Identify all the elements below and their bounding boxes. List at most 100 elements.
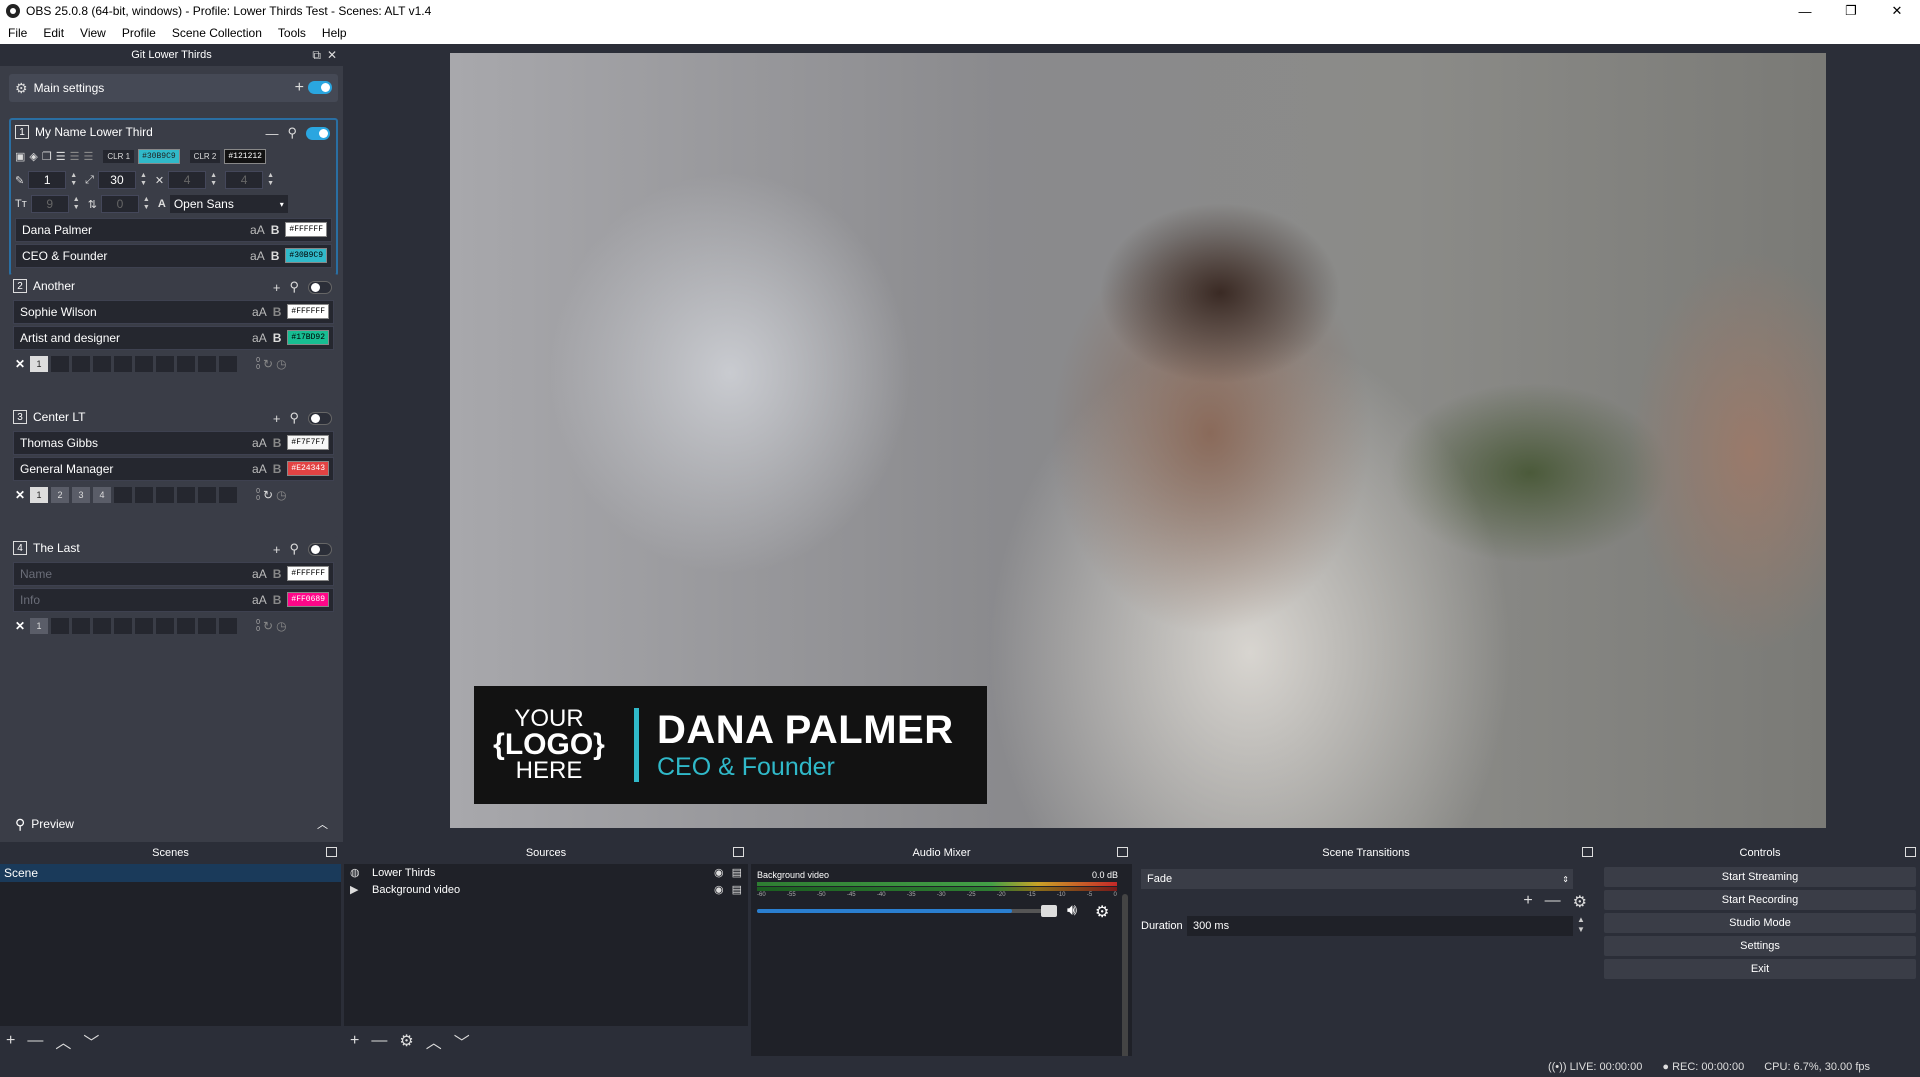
float-icon[interactable]: [1117, 847, 1128, 857]
minimize-button[interactable]: —: [1782, 0, 1828, 22]
float-icon[interactable]: ⧉: [312, 48, 321, 63]
text-case-icon[interactable]: aA: [252, 305, 267, 319]
name-color-swatch[interactable]: #FFFFFF: [285, 222, 327, 237]
bold-icon[interactable]: B: [273, 567, 282, 581]
gear-icon[interactable]: ⚙: [1573, 892, 1587, 912]
chevron-down-icon[interactable]: ﹀: [454, 1029, 470, 1053]
style-button-empty[interactable]: [51, 618, 69, 634]
close-icon[interactable]: ✕: [13, 488, 27, 502]
title-color-swatch[interactable]: #E24343: [287, 461, 329, 476]
search-icon[interactable]: ⚲: [289, 410, 299, 426]
duration-stepper[interactable]: 00: [240, 357, 260, 371]
style-button-empty[interactable]: [114, 618, 132, 634]
style-button-empty[interactable]: [114, 356, 132, 372]
name-field[interactable]: Name aA B #FFFFFF: [13, 562, 334, 586]
bold-icon[interactable]: B: [273, 462, 282, 476]
active-toggle[interactable]: [308, 411, 332, 425]
volume-slider-handle[interactable]: [1041, 905, 1057, 917]
text-case-icon[interactable]: aA: [252, 436, 267, 450]
bold-icon[interactable]: B: [273, 305, 282, 319]
bold-icon[interactable]: B: [273, 593, 282, 607]
style-button-empty[interactable]: [156, 487, 174, 503]
transition-select[interactable]: Fade ⇕: [1141, 869, 1573, 889]
loop-icon[interactable]: ↻: [263, 357, 273, 371]
float-icon[interactable]: [1905, 847, 1916, 857]
source-item[interactable]: ▶ Background video ◉ ▤: [344, 881, 748, 898]
style-button-empty[interactable]: [72, 356, 90, 372]
style-button-empty[interactable]: [198, 487, 216, 503]
image-icon[interactable]: ▣: [15, 150, 25, 163]
add-icon[interactable]: +: [273, 411, 281, 426]
clr1-swatch[interactable]: #30B9C9: [138, 148, 180, 164]
name-field[interactable]: Dana Palmer aA B #FFFFFF: [15, 218, 332, 242]
search-icon[interactable]: ⚲: [289, 541, 299, 557]
paint-bucket-icon[interactable]: ◈: [29, 150, 37, 163]
style-button-empty[interactable]: [198, 356, 216, 372]
float-icon[interactable]: [733, 847, 744, 857]
chevron-up-icon[interactable]: ︿: [317, 816, 328, 832]
maximize-button[interactable]: ❐: [1828, 0, 1874, 22]
name-color-swatch[interactable]: #F7F7F7: [287, 435, 329, 450]
style-button-empty[interactable]: [135, 356, 153, 372]
close-button[interactable]: ✕: [1874, 0, 1920, 22]
style-button-empty[interactable]: [51, 356, 69, 372]
style-button-3[interactable]: 3: [72, 487, 90, 503]
search-icon[interactable]: ⚲: [287, 125, 297, 141]
close-icon[interactable]: ✕: [13, 619, 27, 633]
name-color-swatch[interactable]: #FFFFFF: [287, 304, 329, 319]
text-case-icon[interactable]: aA: [252, 331, 267, 345]
menu-edit[interactable]: Edit: [35, 26, 72, 40]
style-button-empty[interactable]: [93, 618, 111, 634]
clock-icon[interactable]: ◷: [276, 619, 286, 633]
align-right-icon[interactable]: ☰: [84, 150, 94, 163]
style-button-4[interactable]: 4: [93, 487, 111, 503]
active-toggle[interactable]: [308, 280, 332, 294]
bold-icon[interactable]: B: [271, 223, 280, 237]
active-toggle[interactable]: [306, 126, 330, 140]
text-case-icon[interactable]: aA: [252, 593, 267, 607]
title-color-swatch[interactable]: #30B9C9: [285, 248, 327, 263]
size-input[interactable]: 30: [97, 171, 136, 189]
title-field[interactable]: General Manager aA B #E24343: [13, 457, 334, 481]
menu-help[interactable]: Help: [314, 26, 355, 40]
loop-icon[interactable]: ↻: [263, 619, 273, 633]
offset-x-input[interactable]: 4: [168, 171, 207, 189]
style-button-empty[interactable]: [177, 356, 195, 372]
title-field[interactable]: CEO & Founder aA B #30B9C9: [15, 244, 332, 268]
menu-tools[interactable]: Tools: [270, 26, 314, 40]
style-button-empty[interactable]: [156, 618, 174, 634]
eye-icon[interactable]: ◉: [714, 866, 724, 879]
style-button-1[interactable]: 1: [30, 618, 48, 634]
volume-slider[interactable]: [757, 905, 1057, 917]
menu-profile[interactable]: Profile: [114, 26, 164, 40]
stepper-arrows[interactable]: ▲ ▼: [143, 196, 150, 212]
copy-icon[interactable]: ❐: [42, 150, 52, 163]
title-field[interactable]: Info aA B #FF0689: [13, 588, 334, 612]
align-center-icon[interactable]: ☰: [70, 150, 80, 163]
style-button-1[interactable]: 1: [30, 487, 48, 503]
chevron-down-icon[interactable]: ﹀: [83, 1029, 99, 1053]
source-item[interactable]: ◍ Lower Thirds ◉ ▤: [344, 864, 748, 881]
preview-section-header[interactable]: ⚲ Preview ︿: [9, 812, 338, 836]
name-field[interactable]: Sophie Wilson aA B #FFFFFF: [13, 300, 334, 324]
style-button-empty[interactable]: [135, 487, 153, 503]
settings-button[interactable]: Settings: [1604, 936, 1916, 956]
menu-view[interactable]: View: [72, 26, 114, 40]
add-icon[interactable]: +: [1523, 892, 1532, 912]
gear-icon[interactable]: ⚙: [1095, 902, 1109, 922]
bold-icon[interactable]: B: [273, 436, 282, 450]
scene-item[interactable]: Scene: [0, 864, 341, 882]
style-button-empty[interactable]: [177, 487, 195, 503]
duration-stepper[interactable]: ▲ ▼: [1577, 915, 1585, 935]
add-icon[interactable]: +: [273, 542, 281, 557]
name-color-swatch[interactable]: #FFFFFF: [287, 566, 329, 581]
style-button-empty[interactable]: [219, 487, 237, 503]
text-case-icon[interactable]: aA: [250, 249, 265, 263]
text-case-icon[interactable]: aA: [250, 223, 265, 237]
stepper-arrows[interactable]: ▲ ▼: [70, 172, 77, 188]
style-button-empty[interactable]: [156, 356, 174, 372]
studio-mode-button[interactable]: Studio Mode: [1604, 913, 1916, 933]
speaker-icon[interactable]: 🔊︎: [1067, 902, 1077, 920]
chevron-up-icon[interactable]: ︿: [426, 1029, 442, 1053]
offset-y-input[interactable]: 4: [225, 171, 264, 189]
